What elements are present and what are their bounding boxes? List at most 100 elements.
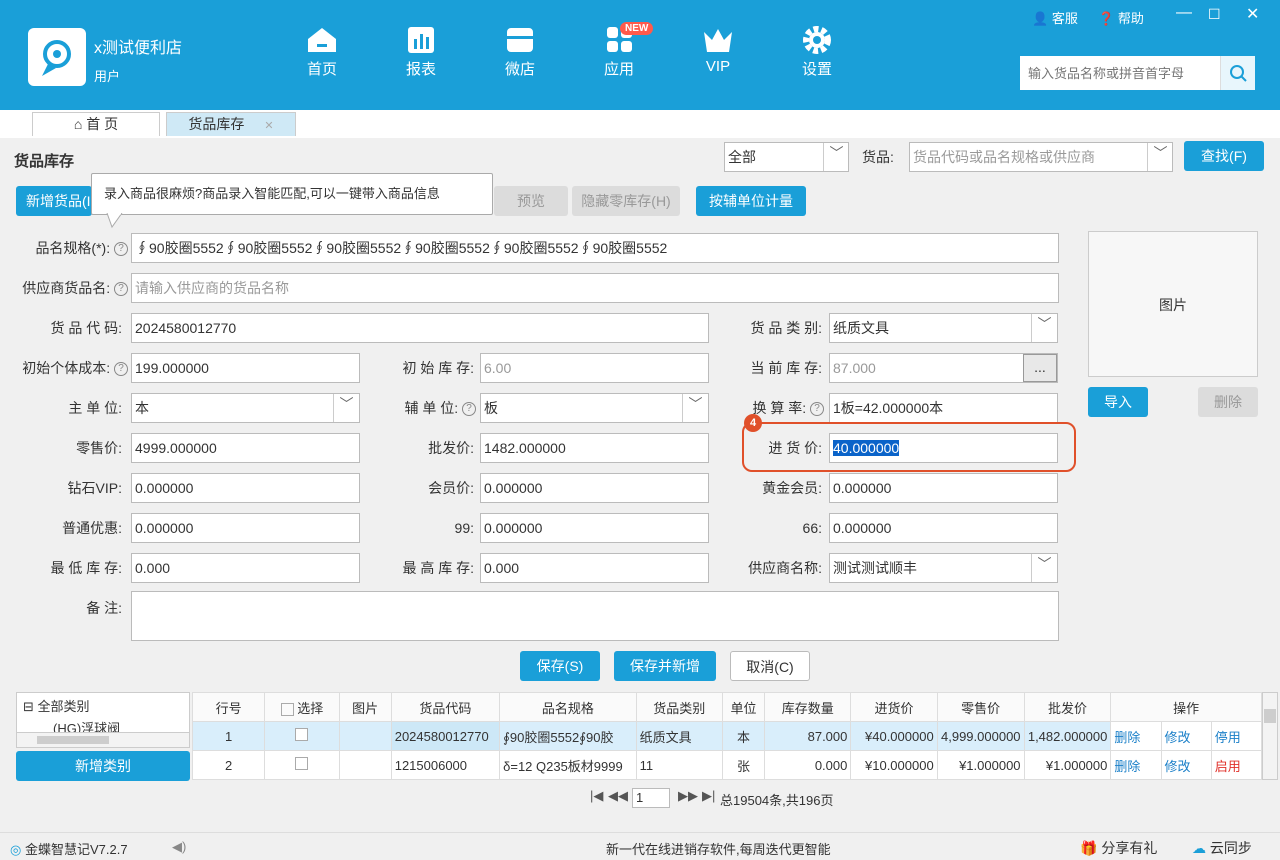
search-input[interactable] [1020,56,1220,90]
stock-detail-button[interactable]: ... [1023,354,1057,382]
checkbox-icon[interactable] [295,757,309,770]
delete-image-button[interactable]: 删除 [1198,387,1258,417]
row-edit-link[interactable]: 修改 [1160,721,1212,751]
max-stock-input[interactable]: 0.000 [480,553,709,583]
chevron-down-icon[interactable]: ﹀ [823,143,849,171]
chevron-down-icon[interactable]: ﹀ [682,394,708,422]
nav-vip[interactable]: VIP [683,26,753,86]
page-number-input[interactable]: 1 [632,788,670,808]
nav-settings[interactable]: 设置 [782,26,852,86]
save-button[interactable]: 保存(S) [520,651,600,681]
table-scrollbar[interactable] [1262,692,1278,780]
tree-item-root[interactable]: ⊟ 全部类别 [17,693,189,718]
save-and-new-button[interactable]: 保存并新增 [614,651,716,681]
cloud-sync-label: 云同步 [1209,840,1252,856]
nav-home[interactable]: 首页 [287,26,357,86]
row-enable-link[interactable]: 启用 [1210,750,1263,780]
tree-scroll-thumb[interactable] [37,736,109,744]
next-page-button[interactable]: ▶▶ [678,788,698,804]
row-purchase: ¥40.000000 [850,721,938,751]
help-link[interactable]: ❓ 帮助 [1098,8,1144,27]
row-delete-link[interactable]: 删除 [1110,750,1162,780]
help-icon[interactable]: ? [114,282,128,297]
checkbox-icon[interactable] [295,728,309,741]
supplier-select[interactable]: 测试测试顺丰 [829,553,1058,583]
minimize-button[interactable]: — [1176,4,1192,22]
tab-inventory[interactable]: 货品库存 ✕ [166,112,296,136]
price-99-input[interactable]: 0.000000 [480,513,709,543]
nav-microstore[interactable]: 微店 [485,26,555,86]
price-66-input[interactable]: 0.000000 [829,513,1058,543]
retail-input[interactable]: 4999.000000 [131,433,360,463]
row-edit-link[interactable]: 修改 [1160,750,1212,780]
prev-page-button[interactable]: ◀◀ [608,788,628,804]
wholesale-input[interactable]: 1482.000000 [480,433,709,463]
search-button[interactable] [1220,56,1255,90]
last-page-button[interactable]: ▶| [702,788,715,804]
aux-unit-label: 辅 单 位: ? [380,393,476,423]
min-stock-input[interactable]: 0.000 [131,553,360,583]
row-checkbox[interactable] [264,721,340,751]
normal-discount-input[interactable]: 0.000000 [131,513,360,543]
row-spec: δ=12 Q235板材9999 [499,750,637,780]
main-unit-select[interactable]: 本 [131,393,360,423]
nav-apps[interactable]: 应用 [584,26,654,86]
supplier-goods-name-input[interactable]: 请输入供应商的货品名称 [131,273,1059,303]
table-row[interactable]: 1 2024580012770 ∮90胶圈5552∮90胶 纸质文具 本 87.… [191,721,1263,751]
service-link[interactable]: 👤 客服 [1032,8,1078,27]
maximize-button[interactable]: ☐ [1208,6,1221,23]
help-icon[interactable]: ? [114,362,128,377]
user-name: 用户 [94,69,121,84]
help-icon[interactable]: ? [810,402,824,417]
aux-unit-button[interactable]: 按辅单位计量 [696,186,806,216]
chevron-down-icon[interactable]: ﹀ [1031,314,1057,342]
aux-unit-select[interactable]: 板 [480,393,709,423]
row-disable-link[interactable]: 停用 [1210,721,1263,751]
tab-close-icon[interactable]: ✕ [264,120,273,132]
cloud-sync-link[interactable]: ☁ 云同步 [1192,838,1252,858]
add-goods-button[interactable]: 新增货品(I [16,186,92,216]
row-delete-link[interactable]: 删除 [1110,721,1162,751]
speaker-icon[interactable]: ◀) [172,839,186,855]
hide-zero-stock-button[interactable]: 隐藏零库存(H) [572,186,680,216]
tree-scrollbar[interactable] [16,732,190,748]
chevron-down-icon[interactable]: ﹀ [333,394,359,422]
col-header: 批发价 [1023,692,1112,722]
member-price-input[interactable]: 0.000000 [480,473,709,503]
init-cost-input[interactable]: 199.000000 [131,353,360,383]
init-stock-input[interactable]: 6.00 [480,353,709,383]
row-purchase: ¥10.000000 [850,750,938,780]
category-select[interactable]: 纸质文具 [829,313,1058,343]
help-icon[interactable]: ? [114,242,128,257]
supplier-goods-name-label-text: 供应商货品名: [22,280,111,296]
select-all-checkbox[interactable] [280,702,294,716]
find-button[interactable]: 查找(F) [1184,141,1264,171]
row-retail: 4,999.000000 [936,721,1025,751]
table-scroll-thumb[interactable] [1264,709,1276,723]
help-icon[interactable]: ? [462,402,476,417]
chevron-down-icon[interactable]: ﹀ [1031,554,1057,582]
diamond-vip-input[interactable]: 0.000000 [131,473,360,503]
spec-input[interactable]: ∮90胶圈5552∮90胶圈5552∮90胶圈5552∮90胶圈5552∮90胶… [131,233,1059,263]
tab-home[interactable]: ⌂ 首 页 [32,112,160,136]
share-link[interactable]: 🎁 分享有礼 [1080,838,1157,858]
col-header: 货品代码 [390,692,501,722]
cancel-button[interactable]: 取消(C) [730,651,810,681]
gold-member-input[interactable]: 0.000000 [829,473,1058,503]
code-input[interactable]: 2024580012770 [131,313,709,343]
import-image-button[interactable]: 导入 [1088,387,1148,417]
first-page-button[interactable]: |◀ [590,788,603,804]
col-header: 操作 [1110,692,1262,722]
row-checkbox[interactable] [264,750,340,780]
goods-search-input[interactable]: 货品代码或品名规格或供应商 [909,142,1173,172]
preview-button[interactable]: 预览 [494,186,568,216]
add-category-button[interactable]: 新增类别 [16,751,190,781]
remark-input[interactable] [131,591,1059,641]
nav-report[interactable]: 报表 [386,26,456,86]
col-header-select[interactable]: 选择 [264,692,340,722]
collapse-icon[interactable]: ⊟ [23,699,34,714]
chevron-down-icon[interactable]: ﹀ [1147,143,1173,171]
close-button[interactable]: ✕ [1246,4,1259,24]
ratio-input[interactable]: 1板=42.000000本 [829,393,1058,423]
table-row[interactable]: 2 1215006000 δ=12 Q235板材9999 11 张 0.000 … [191,750,1263,780]
